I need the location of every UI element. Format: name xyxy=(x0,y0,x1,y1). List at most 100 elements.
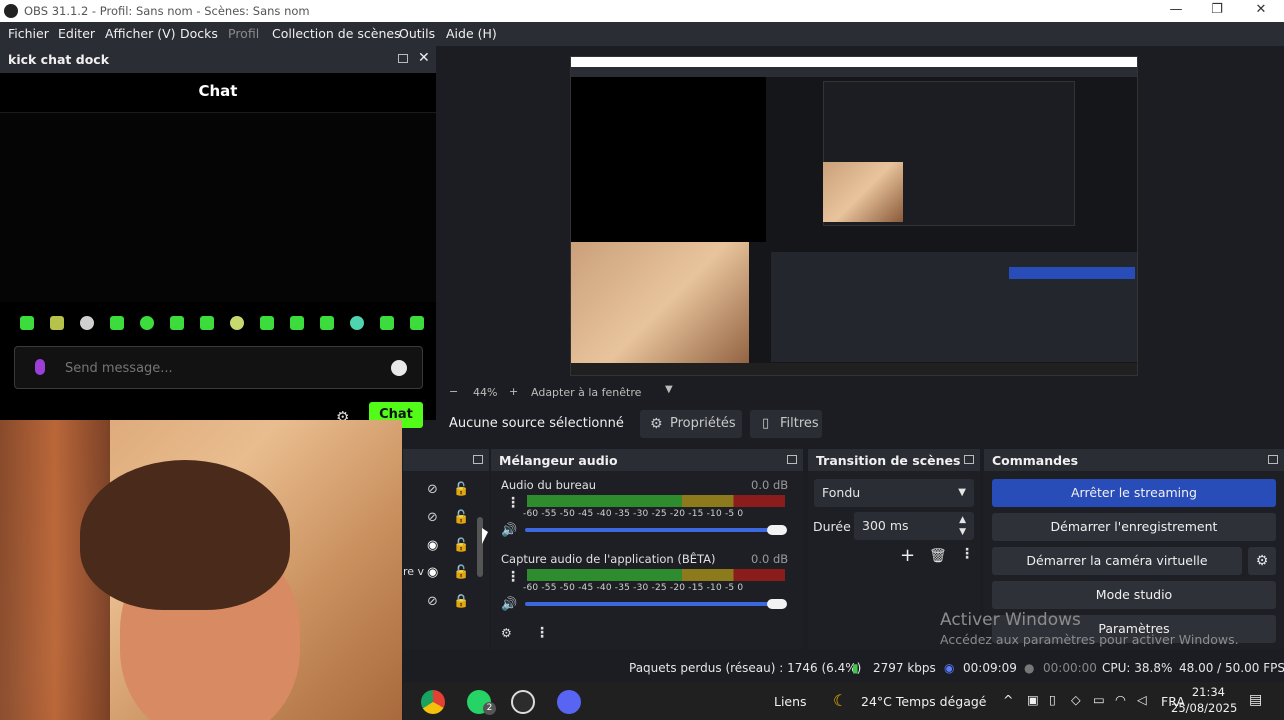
emote-icon[interactable] xyxy=(320,316,334,330)
emote-icon[interactable] xyxy=(170,316,184,330)
filter-icon: ▯ xyxy=(762,416,770,431)
stream-time: 00:09:09 xyxy=(963,661,1017,675)
usb-icon[interactable]: ◇ xyxy=(1071,692,1081,707)
wifi-icon[interactable]: ◠ xyxy=(1115,692,1126,707)
camera-icon[interactable]: ▣ xyxy=(1027,692,1039,707)
popout-icon[interactable] xyxy=(964,455,974,464)
studio-mode-button[interactable]: Mode studio xyxy=(992,581,1276,609)
chevron-down-icon[interactable]: ▼ xyxy=(959,518,966,546)
emote-icon[interactable] xyxy=(230,316,244,330)
microphone-icon[interactable]: ▯ xyxy=(1049,692,1056,707)
emote-icon[interactable] xyxy=(290,316,304,330)
volume-slider-handle[interactable] xyxy=(767,525,787,535)
chat-messages[interactable] xyxy=(0,112,436,302)
chevron-up-icon[interactable]: ^ xyxy=(1003,692,1013,707)
add-icon[interactable]: + xyxy=(900,545,915,566)
weather[interactable]: 24°C Temps dégagé xyxy=(861,694,987,709)
lock-icon[interactable]: 🔒 xyxy=(453,594,469,609)
properties-label: Propriétés xyxy=(670,416,736,431)
menu-afficher[interactable]: Afficher (V) xyxy=(105,26,176,41)
minimize-button[interactable]: — xyxy=(1166,2,1186,20)
virtual-camera-settings-icon[interactable]: ⚙ xyxy=(1248,547,1276,575)
emote-icon[interactable] xyxy=(200,316,214,330)
emote-icon[interactable] xyxy=(110,316,124,330)
obs-icon[interactable] xyxy=(511,690,535,714)
emote-icon[interactable] xyxy=(410,316,424,330)
nested-webcam-small xyxy=(823,162,903,222)
track-menu-icon[interactable]: ⋮ xyxy=(506,569,520,585)
zoom-out-button[interactable]: − xyxy=(449,385,458,398)
menu-outils[interactable]: Outils xyxy=(399,26,435,41)
track-menu-icon[interactable]: ⋮ xyxy=(506,495,520,511)
stop-streaming-button[interactable]: Arrêter le streaming xyxy=(992,479,1276,507)
lock-open-icon[interactable]: 🔓 xyxy=(453,538,469,553)
lock-open-icon[interactable]: 🔓 xyxy=(453,565,469,580)
volume-icon[interactable]: ◁ xyxy=(1137,692,1147,707)
menu-fichier[interactable]: Fichier xyxy=(8,26,49,41)
advanced-audio-icon[interactable]: ⚙ xyxy=(501,626,512,640)
transition-menu-icon[interactable]: ⋮ xyxy=(960,546,974,562)
zoom-in-button[interactable]: + xyxy=(509,385,518,398)
lock-open-icon[interactable]: 🔓 xyxy=(453,510,469,525)
eye-icon[interactable]: ◉ xyxy=(427,538,438,553)
cpu-usage: CPU: 38.8% xyxy=(1102,661,1173,675)
links-label[interactable]: Liens xyxy=(774,694,807,709)
popout-icon[interactable] xyxy=(398,54,408,63)
chrome-icon[interactable] xyxy=(421,690,445,714)
emote-icon[interactable] xyxy=(80,316,94,330)
eye-icon[interactable]: ◉ xyxy=(427,565,438,580)
emote-icon[interactable] xyxy=(260,316,274,330)
microphone-icon[interactable] xyxy=(35,359,45,375)
eye-hidden-icon[interactable]: ⊘ xyxy=(427,594,438,609)
close-button[interactable]: ✕ xyxy=(1251,2,1271,20)
scrollbar[interactable] xyxy=(477,517,483,577)
emote-icon[interactable] xyxy=(50,316,64,330)
clock-time[interactable]: 21:34 xyxy=(1189,685,1225,699)
preview-canvas[interactable] xyxy=(570,56,1138,376)
discord-icon[interactable] xyxy=(557,690,581,714)
filters-button[interactable]: ▯ Filtres xyxy=(750,410,822,438)
menu-editer[interactable]: Editer xyxy=(58,26,95,41)
transition-select[interactable]: Fondu ▼ xyxy=(814,479,974,507)
trash-icon[interactable]: 🗑 xyxy=(929,548,947,564)
mixer-menu-icon[interactable]: ⋮ xyxy=(535,625,549,641)
zoom-value: 44% xyxy=(473,386,498,399)
speaker-icon[interactable]: 🔊 xyxy=(501,597,517,612)
source-item-label[interactable]: re v xyxy=(403,565,424,578)
maximize-button[interactable]: ❐ xyxy=(1207,2,1227,20)
watermark-subtitle: Accédez aux paramètres pour activer Wind… xyxy=(940,632,1239,647)
volume-slider-handle[interactable] xyxy=(767,599,787,609)
clock-date[interactable]: 25/08/2025 xyxy=(1171,701,1237,715)
record-icon: ● xyxy=(1024,661,1035,675)
menu-profil[interactable]: Profil xyxy=(228,26,259,41)
popout-icon[interactable] xyxy=(787,455,797,464)
dock-close-button[interactable]: ✕ xyxy=(418,50,430,66)
nested-menu-bar xyxy=(571,67,1137,77)
lock-open-icon[interactable]: 🔓 xyxy=(453,482,469,497)
properties-button[interactable]: ⚙ Propriétés xyxy=(640,410,742,438)
activate-windows-watermark: Activer Windows Accédez aux paramètres p… xyxy=(940,610,1239,647)
volume-slider[interactable] xyxy=(525,528,775,532)
speaker-icon[interactable]: 🔊 xyxy=(501,523,517,538)
menu-aide[interactable]: Aide (H) xyxy=(446,26,497,41)
fit-to-window-select[interactable]: Adapter à la fenêtre xyxy=(531,386,641,399)
menu-docks[interactable]: Docks xyxy=(180,26,218,41)
eye-hidden-icon[interactable]: ⊘ xyxy=(427,482,438,497)
popout-icon[interactable] xyxy=(1268,455,1278,464)
emote-icon[interactable] xyxy=(380,316,394,330)
popout-icon[interactable] xyxy=(473,455,483,464)
emote-icon[interactable] xyxy=(20,316,34,330)
volume-slider[interactable] xyxy=(525,602,775,606)
notification-icon[interactable]: ▤ xyxy=(1249,692,1262,708)
duration-input[interactable]: 300 ms ▲ ▼ xyxy=(854,512,974,540)
eye-hidden-icon[interactable]: ⊘ xyxy=(427,510,438,525)
emote-icon[interactable] xyxy=(350,316,364,330)
battery-icon[interactable]: ▭ xyxy=(1093,692,1105,707)
menu-collection-scenes[interactable]: Collection de scènes xyxy=(272,26,401,41)
chevron-down-icon[interactable]: ▼ xyxy=(665,384,673,395)
message-input[interactable] xyxy=(65,356,365,380)
emoji-icon[interactable] xyxy=(391,360,407,376)
start-virtual-camera-button[interactable]: Démarrer la caméra virtuelle xyxy=(992,547,1242,575)
emote-icon[interactable] xyxy=(140,316,154,330)
start-recording-button[interactable]: Démarrer l'enregistrement xyxy=(992,513,1276,541)
